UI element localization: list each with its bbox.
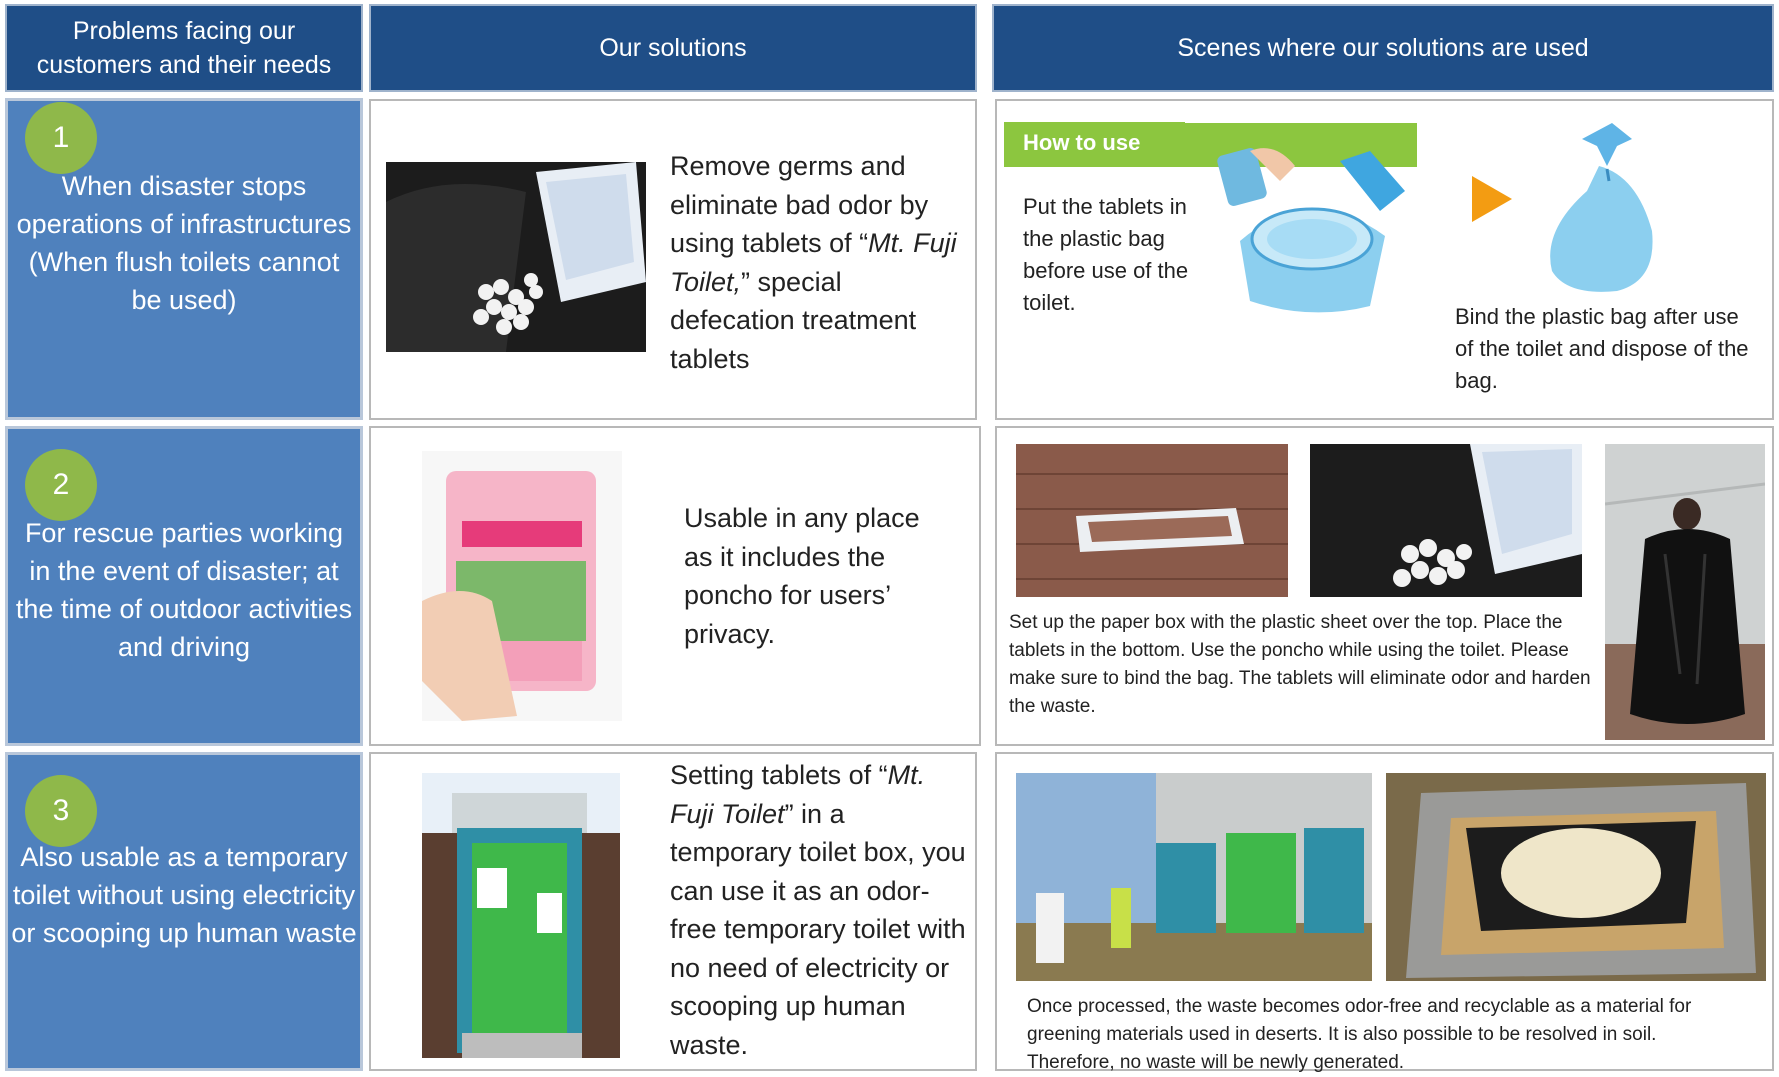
paper-box-image xyxy=(1016,444,1288,597)
arrow-right-icon xyxy=(1472,176,1512,222)
header-problems: Problems facing our customers and their … xyxy=(5,4,363,92)
solution-cell-2: Usable in any place as it includes the p… xyxy=(369,426,981,746)
tablet-bag-illustration xyxy=(1217,148,1405,313)
poncho-user-image xyxy=(1605,444,1765,740)
portable-toilet-image xyxy=(422,773,620,1058)
how-to-use-label: How to use xyxy=(1023,130,1141,155)
processed-waste-image xyxy=(1386,773,1766,981)
tablets-bag-image-2 xyxy=(1310,444,1582,597)
product-package-image xyxy=(422,451,622,721)
problem-cell-3: 3 Also usable as a temporary toilet with… xyxy=(5,752,363,1071)
problem-cell-1: 1 When disaster stops operations of infr… xyxy=(5,98,363,420)
problem-cell-2: 2 For rescue parties working in the even… xyxy=(5,426,363,746)
event-site-photo xyxy=(1016,773,1372,981)
solution-text-part: Setting tablets of “ xyxy=(670,760,888,790)
row-number: 1 xyxy=(52,121,70,154)
processed-waste-photo xyxy=(1386,773,1766,981)
problem-text: Also usable as a temporary toilet withou… xyxy=(11,842,357,948)
event-site-image xyxy=(1016,773,1372,981)
header-scenes-text: Scenes where our solutions are used xyxy=(1177,34,1589,62)
header-solutions-text: Our solutions xyxy=(599,34,747,62)
product-package-photo xyxy=(422,451,622,721)
tablets-bag-photo xyxy=(386,162,646,352)
tablets-bag-image xyxy=(386,162,646,352)
scene-cell-1: How to use Put the tablets in the plasti… xyxy=(995,99,1774,420)
scene-cell-3: Once processed, the waste becomes odor-f… xyxy=(995,752,1774,1073)
solution-text-part: ” in a temporary toilet box, you can use… xyxy=(670,798,966,1060)
solution-cell-3: Setting tablets of “Mt. Fuji Toilet” in … xyxy=(369,752,977,1071)
tied-bag-illustration xyxy=(1550,123,1653,292)
solution-text: Usable in any place as it includes the p… xyxy=(684,503,920,649)
problem-text: When disaster stops operations of infras… xyxy=(16,171,352,315)
row-number-badge: 1 xyxy=(25,102,97,174)
tablets-bag-photo-2 xyxy=(1310,444,1582,597)
scene-description: Set up the paper box with the plastic sh… xyxy=(1009,612,1591,717)
row-number-badge: 2 xyxy=(25,449,97,521)
poncho-user-photo xyxy=(1605,444,1765,740)
portable-toilet-photo xyxy=(422,773,620,1058)
scene-cell-2: Set up the paper box with the plastic sh… xyxy=(995,426,1774,746)
row-number-badge: 3 xyxy=(25,775,97,847)
solution-cell-1: Remove germs and eliminate bad odor by u… xyxy=(369,99,977,420)
problem-text: For rescue parties working in the event … xyxy=(15,518,353,662)
row-number: 2 xyxy=(52,468,70,501)
step1-text: Put the tablets in the plastic bag befor… xyxy=(1023,194,1189,315)
header-scenes: Scenes where our solutions are used xyxy=(992,4,1774,92)
solution-text: Remove germs and eliminate bad odor by u… xyxy=(670,147,970,378)
solution-text: Setting tablets of “Mt. Fuji Toilet” in … xyxy=(670,756,970,1064)
row-number: 3 xyxy=(52,794,70,827)
step2-text: Bind the plastic bag after use of the to… xyxy=(1455,304,1749,393)
header-problems-text: Problems facing our customers and their … xyxy=(36,17,332,79)
scene-description: Once processed, the waste becomes odor-f… xyxy=(1027,996,1692,1073)
header-solutions: Our solutions xyxy=(369,4,977,92)
paper-box-photo xyxy=(1016,444,1288,597)
